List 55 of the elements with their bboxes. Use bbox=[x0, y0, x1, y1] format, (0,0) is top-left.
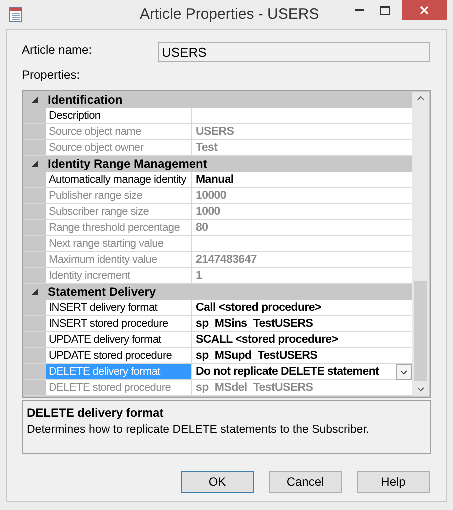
property-name[interactable]: DELETE delivery format bbox=[46, 364, 192, 379]
close-button[interactable] bbox=[402, 0, 447, 20]
expanded-triangle-icon bbox=[32, 161, 38, 167]
property-value: sp_MSupd_TestUSERS bbox=[195, 349, 318, 363]
minimize-icon bbox=[354, 8, 364, 12]
property-value: USERS bbox=[195, 125, 234, 139]
category-header: Identity Range Management bbox=[47, 156, 208, 172]
maximize-icon bbox=[380, 6, 390, 14]
property-value: 1000 bbox=[195, 205, 220, 219]
property-name[interactable]: INSERT stored procedure bbox=[46, 316, 192, 331]
value-cell[interactable]: Call <stored procedure> bbox=[192, 300, 412, 315]
value-cell[interactable] bbox=[192, 108, 412, 123]
property-value: Test bbox=[195, 141, 218, 155]
description-title: DELETE delivery format bbox=[27, 405, 165, 422]
scroll-up-icon bbox=[416, 96, 424, 101]
property-value: 80 bbox=[195, 221, 208, 235]
property-value: Manual bbox=[195, 173, 234, 187]
app-icon bbox=[8, 6, 24, 22]
property-value: sp_MSdel_TestUSERS bbox=[195, 381, 314, 395]
value-cell[interactable]: sp_MSins_TestUSERS bbox=[192, 316, 412, 331]
property-name[interactable]: INSERT delivery format bbox=[46, 300, 192, 315]
close-icon bbox=[420, 6, 429, 14]
field-label: Article name: bbox=[22, 42, 94, 59]
dialog-button[interactable]: Cancel bbox=[269, 471, 342, 493]
property-name[interactable]: UPDATE delivery format bbox=[46, 332, 192, 347]
value-cell[interactable]: sp_MSupd_TestUSERS bbox=[192, 348, 412, 363]
value-cell[interactable]: SCALL <stored procedure> bbox=[192, 332, 412, 347]
property-value: Call <stored procedure> bbox=[195, 301, 322, 315]
property-name[interactable]: Description bbox=[46, 108, 192, 123]
property-value: 1 bbox=[195, 269, 202, 283]
dialog-button[interactable]: Help bbox=[357, 471, 430, 493]
property-name[interactable]: UPDATE stored procedure bbox=[46, 348, 192, 363]
scroll-down-icon bbox=[416, 387, 424, 392]
property-value: 10000 bbox=[195, 189, 226, 203]
expanded-triangle-icon bbox=[32, 289, 38, 295]
scroll-thumb[interactable] bbox=[414, 281, 427, 381]
category-header: Statement Delivery bbox=[47, 284, 156, 300]
property-value: 2147483647 bbox=[195, 253, 257, 267]
window-title: Article Properties - USERS bbox=[140, 5, 320, 25]
description-text: Determines how to replicate DELETE statements to the Subscriber. bbox=[27, 423, 371, 438]
category-header: Identification bbox=[47, 92, 123, 108]
field-label: Properties: bbox=[22, 67, 82, 84]
property-value: sp_MSins_TestUSERS bbox=[195, 317, 314, 331]
scrollbar[interactable] bbox=[412, 92, 429, 396]
article-name-field[interactable]: USERS bbox=[158, 42, 430, 62]
chevron-down-icon bbox=[400, 370, 408, 374]
expanded-triangle-icon bbox=[32, 97, 38, 103]
dialog-button[interactable]: OK bbox=[181, 471, 254, 493]
property-name[interactable]: Automatically manage identity bbox=[46, 172, 192, 187]
property-value: Do not replicate DELETE statement bbox=[195, 365, 380, 379]
property-value: SCALL <stored procedure> bbox=[195, 333, 338, 347]
dropdown-button[interactable] bbox=[396, 364, 412, 380]
value-cell[interactable]: Do not replicate DELETE statement bbox=[192, 364, 412, 379]
value-cell[interactable] bbox=[192, 236, 412, 251]
value-cell[interactable]: Manual bbox=[192, 172, 412, 187]
